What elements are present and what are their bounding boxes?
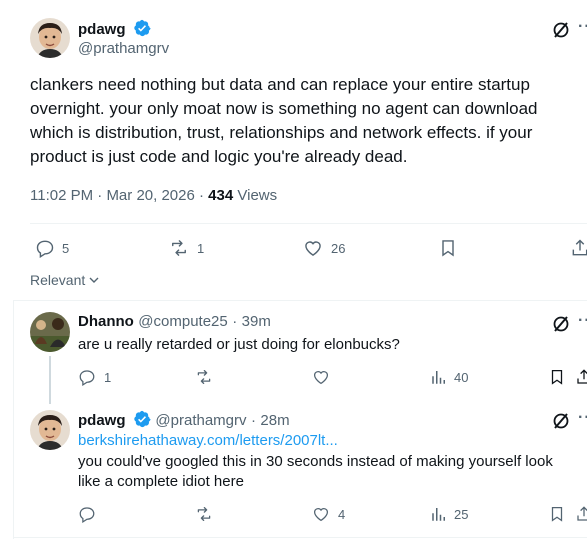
share-icon bbox=[572, 239, 587, 256]
reply-icon bbox=[36, 240, 54, 258]
bookmark-button[interactable] bbox=[548, 505, 566, 528]
bookmark-icon bbox=[442, 240, 454, 257]
post-time[interactable]: 11:02 PM bbox=[30, 187, 93, 204]
reply-count: 1 bbox=[104, 369, 112, 385]
column-border bbox=[13, 300, 14, 539]
views-button[interactable]: 25 bbox=[430, 505, 468, 523]
reply-icon bbox=[79, 507, 95, 524]
grok-icon[interactable] bbox=[551, 20, 571, 40]
repost-button[interactable]: 1 bbox=[168, 238, 204, 258]
views-label: Views bbox=[237, 187, 278, 204]
share-button[interactable] bbox=[570, 238, 587, 263]
heart-icon bbox=[313, 508, 329, 522]
analytics-icon bbox=[432, 371, 445, 384]
like-count: 4 bbox=[338, 506, 346, 522]
reply-text: are u really retarded or just doing for … bbox=[78, 336, 400, 353]
like-button[interactable]: 26 bbox=[303, 238, 345, 258]
reply-author-handle[interactable]: @compute25 bbox=[138, 313, 227, 330]
reply-avatar[interactable] bbox=[30, 312, 70, 352]
repost-button[interactable] bbox=[194, 505, 214, 528]
more-options-icon[interactable]: ··· bbox=[578, 409, 587, 427]
bookmark-button[interactable] bbox=[438, 238, 458, 263]
divider bbox=[13, 300, 587, 301]
share-button[interactable] bbox=[575, 505, 587, 528]
verified-badge-icon bbox=[133, 19, 151, 37]
share-icon bbox=[577, 506, 587, 521]
reply-avatar[interactable] bbox=[30, 410, 70, 450]
like-count: 26 bbox=[331, 240, 346, 256]
repost-count: 1 bbox=[197, 240, 205, 256]
views-count: 25 bbox=[454, 506, 469, 522]
post-text: clankers need nothing but data and can r… bbox=[30, 75, 538, 166]
reply-link[interactable]: berkshirehathaway.com/letters/2007lt... bbox=[78, 432, 338, 449]
author-avatar[interactable] bbox=[30, 18, 70, 58]
post-meta: 11:02 PM · Mar 20, 2026 · 434 Views bbox=[30, 187, 278, 204]
views-button[interactable]: 40 bbox=[430, 368, 468, 386]
views-count: 434 bbox=[208, 187, 234, 204]
analytics-icon bbox=[432, 508, 445, 521]
repost-button[interactable] bbox=[194, 368, 214, 391]
like-button[interactable] bbox=[312, 368, 330, 391]
bookmark-icon bbox=[551, 506, 563, 522]
reply-button[interactable]: 5 bbox=[35, 238, 69, 258]
reply-author-name[interactable]: pdawg bbox=[78, 412, 126, 429]
share-icon bbox=[577, 369, 587, 384]
sort-dropdown[interactable]: Relevant bbox=[30, 272, 100, 288]
heart-icon bbox=[305, 241, 321, 256]
bookmark-icon bbox=[551, 369, 563, 385]
post-date[interactable]: Mar 20, 2026 bbox=[106, 187, 194, 204]
divider bbox=[30, 223, 587, 224]
reply-time[interactable]: 28m bbox=[260, 412, 289, 429]
repost-icon bbox=[172, 240, 186, 256]
like-button[interactable]: 4 bbox=[312, 505, 345, 523]
reply-text: you could've googled this in 30 seconds … bbox=[78, 453, 553, 490]
reply-icon bbox=[79, 370, 95, 386]
author-handle[interactable]: @prathamgrv bbox=[78, 40, 169, 57]
sort-label: Relevant bbox=[30, 272, 86, 288]
more-options-icon[interactable]: ··· bbox=[578, 312, 587, 330]
reply-count: 5 bbox=[62, 240, 70, 256]
thread-line bbox=[49, 356, 51, 404]
views-count: 40 bbox=[454, 369, 469, 385]
reply-button[interactable] bbox=[78, 505, 96, 528]
divider bbox=[13, 537, 587, 538]
verified-badge-icon bbox=[133, 410, 151, 428]
author-name[interactable]: pdawg bbox=[78, 21, 126, 38]
reply-button[interactable]: 1 bbox=[78, 368, 111, 386]
bookmark-button[interactable] bbox=[548, 368, 566, 391]
more-options-icon[interactable]: ··· bbox=[578, 18, 587, 36]
repost-icon bbox=[197, 369, 211, 385]
reply-author-name[interactable]: Dhanno bbox=[78, 313, 134, 330]
repost-icon bbox=[197, 506, 211, 522]
grok-icon[interactable] bbox=[551, 411, 571, 431]
chevron-down-icon bbox=[89, 277, 99, 283]
reply-time[interactable]: 39m bbox=[242, 313, 271, 330]
heart-icon bbox=[313, 371, 329, 385]
share-button[interactable] bbox=[575, 368, 587, 391]
grok-icon[interactable] bbox=[551, 314, 571, 334]
reply-author-handle[interactable]: @prathamgrv bbox=[155, 412, 246, 429]
